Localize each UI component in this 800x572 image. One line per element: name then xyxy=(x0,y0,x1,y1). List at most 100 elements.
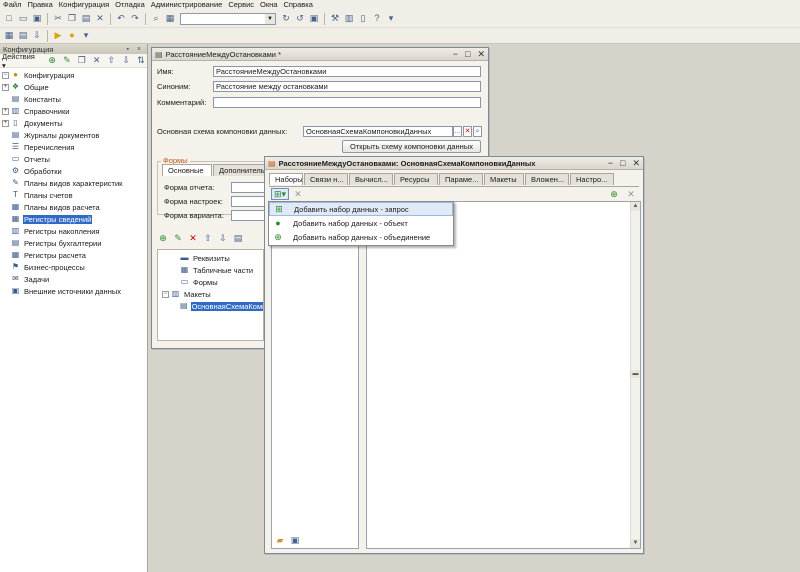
save-icon[interactable]: ▣ xyxy=(289,534,301,546)
expand-icon[interactable]: + xyxy=(2,107,9,115)
find-next-icon[interactable]: ↻ xyxy=(280,13,292,25)
close-icon[interactable]: ✕ xyxy=(477,49,485,60)
tree-item[interactable]: ▤ Регистры бухгалтерии xyxy=(0,237,147,249)
tree-item[interactable]: + ❖ Общие xyxy=(0,81,147,93)
bookmark-icon[interactable]: ▣ xyxy=(308,13,320,25)
datasets-tree[interactable]: ▰ ▣ xyxy=(271,201,359,549)
copy-icon[interactable]: ❐ xyxy=(76,55,88,67)
menu-item-add-union-dataset[interactable]: ⊕ Добавить набор данных - объединение xyxy=(269,230,453,244)
panel-controls[interactable]: ▪ × xyxy=(126,46,144,53)
copy-icon[interactable]: ❐ xyxy=(66,13,78,25)
tree-item[interactable]: ▦ Регистры расчета xyxy=(0,249,147,261)
tree-item[interactable]: + ▥ Справочники xyxy=(0,105,147,117)
sort-icon[interactable]: ▤ xyxy=(232,232,244,244)
expand-icon[interactable]: + xyxy=(2,119,9,127)
find-prev-icon[interactable]: ↺ xyxy=(294,13,306,25)
delete-icon[interactable]: ✕ xyxy=(625,188,637,200)
tree-item[interactable]: ▦ Регистры сведений xyxy=(0,213,147,225)
scroll-thumb[interactable]: ▬ xyxy=(631,370,640,378)
dataset-fields-table[interactable]: ▲ ▬ ▼ xyxy=(366,201,641,549)
help-icon[interactable]: ? xyxy=(371,13,383,25)
find-icon[interactable]: ⌕ xyxy=(150,13,162,25)
tab-settings[interactable]: Настро... xyxy=(570,173,614,185)
add-icon[interactable]: ⊕ xyxy=(157,232,169,244)
menu-configuration[interactable]: Конфигурация xyxy=(56,0,112,10)
tree-item[interactable]: ▤ Константы xyxy=(0,93,147,105)
edit-icon[interactable]: ✎ xyxy=(172,232,184,244)
move-down-icon[interactable]: ⇩ xyxy=(217,232,229,244)
tab-nested[interactable]: Вложен... xyxy=(525,173,569,185)
actions-menu[interactable]: Действия ▾ xyxy=(2,52,40,70)
delete-icon[interactable]: ✕ xyxy=(187,232,199,244)
maximize-icon[interactable]: □ xyxy=(465,49,470,60)
tree-item[interactable]: ▭ Отчеты xyxy=(0,153,147,165)
clear-icon[interactable]: ✕ xyxy=(463,126,472,137)
delete-icon[interactable]: ✕ xyxy=(292,188,304,200)
choose-icon[interactable]: … xyxy=(453,126,462,137)
tab-datasets[interactable]: Наборы... xyxy=(269,173,303,185)
collapse-icon[interactable]: − xyxy=(2,71,9,79)
menu-administration[interactable]: Администрирование xyxy=(148,0,226,10)
syntax-assistant-icon[interactable]: ⚒ xyxy=(329,13,341,25)
edit-icon[interactable]: ✎ xyxy=(61,55,73,67)
variant-form-field[interactable] xyxy=(231,210,265,221)
database-icon[interactable]: ▤ xyxy=(17,30,29,42)
name-field[interactable]: РасстояниеМеждуОстановками xyxy=(213,66,481,77)
expand-icon[interactable]: + xyxy=(2,83,9,91)
maximize-icon[interactable]: □ xyxy=(620,158,625,169)
undo-icon[interactable]: ↶ xyxy=(115,13,127,25)
tab-resources[interactable]: Ресурсы xyxy=(394,173,438,185)
tree-item[interactable]: ▥ Регистры накопления xyxy=(0,225,147,237)
replace-icon[interactable]: ▦ xyxy=(164,13,176,25)
tree-item[interactable]: ✉ Задачи xyxy=(0,273,147,285)
tree-item[interactable]: + ▯ Документы xyxy=(0,117,147,129)
schema-field[interactable]: ОсновнаяСхемаКомпоновкиДанных xyxy=(303,126,453,137)
save-icon[interactable]: ▣ xyxy=(31,13,43,25)
close-icon[interactable]: ✕ xyxy=(632,158,640,169)
collapse-icon[interactable]: − xyxy=(162,290,169,298)
new-icon[interactable]: □ xyxy=(3,13,15,25)
tab-main[interactable]: Основные xyxy=(162,164,212,176)
folder-icon[interactable]: ▰ xyxy=(274,534,286,546)
open-icon[interactable]: ▭ xyxy=(17,13,29,25)
menu-item-add-query-dataset[interactable]: ⊞ Добавить набор данных - запрос xyxy=(269,202,453,216)
move-up-icon[interactable]: ⇧ xyxy=(106,55,118,67)
tree-item[interactable]: ▬ Реквизиты xyxy=(158,252,263,264)
tree-item[interactable]: ▦ Табличные части xyxy=(158,264,263,276)
tree-item[interactable]: ☰ Перечисления xyxy=(0,141,147,153)
redo-icon[interactable]: ↷ xyxy=(129,13,141,25)
tree-item[interactable]: ▤ Журналы документов xyxy=(0,129,147,141)
update-icon[interactable]: ⇩ xyxy=(31,30,43,42)
tree-item[interactable]: T Планы счетов xyxy=(0,189,147,201)
menu-item-add-object-dataset[interactable]: ● Добавить набор данных - объект xyxy=(269,216,453,230)
delete-icon[interactable]: ✕ xyxy=(91,55,103,67)
comment-field[interactable] xyxy=(213,97,481,108)
properties-icon[interactable]: ▯ xyxy=(357,13,369,25)
synonym-field[interactable]: Расстояние между остановками xyxy=(213,81,481,92)
tree-item[interactable]: − ▥ Макеты xyxy=(158,288,263,300)
tree-item[interactable]: ▦ Планы видов расчета xyxy=(0,201,147,213)
settings-form-field[interactable] xyxy=(231,196,265,207)
vertical-scrollbar[interactable]: ▲ ▬ ▼ xyxy=(630,202,640,548)
chevron-down-icon[interactable]: ▼ xyxy=(265,13,275,24)
open-icon[interactable]: ⌕ xyxy=(473,126,482,137)
toolbar-more-icon[interactable]: ▾ xyxy=(80,30,92,42)
tree-item[interactable]: ▭ Формы xyxy=(158,276,263,288)
tree-item[interactable]: ▣ Внешние источники данных xyxy=(0,285,147,297)
search-combo[interactable]: ▼ xyxy=(180,12,276,25)
run-enterprise-icon[interactable]: ● xyxy=(66,30,78,42)
grid-icon[interactable]: ▦ xyxy=(3,30,15,42)
scroll-up-icon[interactable]: ▲ xyxy=(631,202,640,211)
tab-additional[interactable]: Дополнительн... xyxy=(213,164,269,176)
toolbar-more-icon[interactable]: ▾ xyxy=(385,13,397,25)
tree-item[interactable]: ⚑ Бизнес-процессы xyxy=(0,261,147,273)
menu-file[interactable]: Файл xyxy=(0,0,24,10)
minimize-icon[interactable]: − xyxy=(608,158,613,169)
tab-templates[interactable]: Макеты xyxy=(484,173,524,185)
report-form-field[interactable] xyxy=(231,182,265,193)
tree-item-root[interactable]: − ● Конфигурация xyxy=(0,69,147,81)
menu-debug[interactable]: Отладка xyxy=(112,0,148,10)
sort-icon[interactable]: ⇅ xyxy=(135,55,147,67)
paste-icon[interactable]: ▤ xyxy=(80,13,92,25)
tab-links[interactable]: Связи н... xyxy=(304,173,348,185)
